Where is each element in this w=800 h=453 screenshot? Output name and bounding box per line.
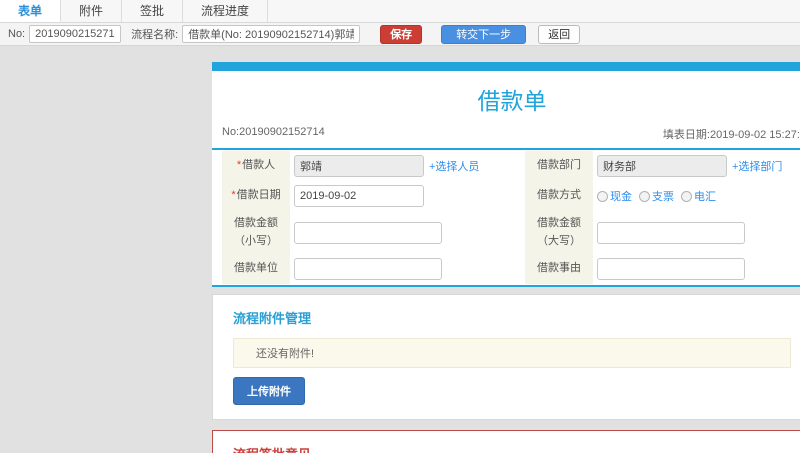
process-name-label: 流程名称:	[131, 29, 179, 41]
amount-upper-label: 借款金额（大写）	[525, 211, 593, 255]
borrower-cell: +选择人员	[290, 151, 525, 181]
department-input[interactable]	[597, 155, 727, 177]
amount-lower-label: 借款金额（小写）	[222, 211, 290, 255]
amount-lower-cell	[290, 211, 525, 254]
process-name-input[interactable]	[182, 25, 361, 43]
tab-process-progress[interactable]: 流程进度	[183, 0, 269, 22]
amount-upper-cell	[593, 211, 800, 254]
select-person-link[interactable]: +选择人员	[429, 158, 479, 174]
upload-attachment-button[interactable]: 上传附件	[233, 377, 305, 406]
loan-date-label: * 借款日期	[222, 181, 290, 211]
department-cell: +选择部门	[593, 151, 800, 181]
loan-date-cell	[290, 181, 525, 211]
toolbar: No: 流程名称: 保存 转交下一步 返回	[0, 23, 800, 46]
form-title: 借款单	[477, 88, 547, 114]
panel-top-bar	[212, 62, 800, 71]
radio-icon[interactable]	[597, 191, 608, 202]
unit-cell	[290, 254, 525, 284]
method-label: 借款方式	[525, 181, 593, 211]
reason-input[interactable]	[597, 258, 745, 281]
amount-upper-input[interactable]	[597, 221, 745, 244]
reason-cell	[593, 254, 800, 284]
tab-attachments[interactable]: 附件	[61, 0, 123, 22]
attachments-empty-text: 还没有附件!	[256, 348, 315, 361]
tab-bar: 表单 附件 签批 流程进度	[0, 0, 800, 23]
method-cell: 现金 支票 电汇	[593, 181, 800, 211]
divider-top	[212, 148, 800, 150]
loan-form-panel: 借款单 No:20190902152714 填表日期:2019-09-02 15…	[212, 62, 800, 288]
form-date-text: 填表日期:2019-09-02 15:27:1	[662, 129, 800, 141]
form-grid: * 借款人 +选择人员 借款部门 +选择部门 * 借款日期	[212, 151, 800, 285]
no-label: No:	[8, 28, 26, 40]
save-button[interactable]: 保存	[380, 24, 423, 44]
radio-icon[interactable]	[681, 191, 692, 202]
radio-check[interactable]: 支票	[639, 188, 674, 204]
radio-cash[interactable]: 现金	[597, 188, 632, 204]
department-label: 借款部门	[525, 151, 593, 181]
borrower-input[interactable]	[294, 155, 424, 177]
page-background: 借款单 No:20190902152714 填表日期:2019-09-02 15…	[0, 46, 800, 453]
approval-card: 流程签批意见 B I abc	[212, 430, 800, 453]
amount-lower-input[interactable]	[294, 221, 442, 244]
form-no-text: No:20190902152714	[222, 126, 325, 138]
tab-approval[interactable]: 签批	[122, 0, 184, 22]
form-meta: No:20190902152714 填表日期:2019-09-02 15:27:…	[212, 124, 800, 148]
unit-label: 借款单位	[222, 254, 290, 285]
attachments-card: 流程附件管理 还没有附件! 上传附件	[212, 294, 800, 421]
approval-title: 流程签批意见	[233, 444, 791, 453]
next-step-button[interactable]: 转交下一步	[441, 24, 527, 44]
required-mark: *	[236, 159, 242, 172]
radio-wire[interactable]: 电汇	[681, 188, 716, 204]
attachments-title: 流程附件管理	[233, 311, 312, 327]
no-input[interactable]	[29, 25, 122, 43]
divider-bottom	[212, 285, 800, 288]
radio-icon[interactable]	[639, 191, 650, 202]
required-mark: *	[231, 189, 236, 202]
loan-date-input[interactable]	[294, 185, 424, 207]
borrower-label: * 借款人	[222, 151, 290, 181]
select-department-link[interactable]: +选择部门	[732, 158, 782, 174]
unit-input[interactable]	[294, 258, 442, 281]
attachments-empty-bar: 还没有附件!	[233, 338, 791, 369]
reason-label: 借款事由	[525, 254, 593, 285]
back-button[interactable]: 返回	[538, 24, 581, 44]
tab-form[interactable]: 表单	[0, 0, 62, 22]
